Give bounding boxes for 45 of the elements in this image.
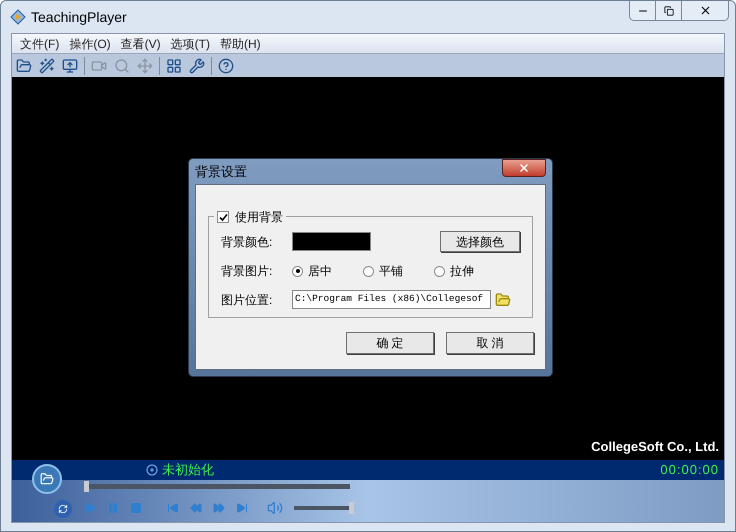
folder-open-icon[interactable] (15, 56, 33, 74)
folder-icon (40, 472, 54, 486)
close-button[interactable] (502, 159, 546, 177)
path-label: 图片位置: (221, 292, 274, 308)
menu-item[interactable]: 选项(T) (166, 34, 214, 52)
close-icon (518, 162, 530, 174)
radio-label: 居中 (308, 263, 332, 280)
radio-button[interactable] (363, 266, 374, 276)
radio-label: 拉伸 (450, 263, 474, 280)
radio-button[interactable] (292, 266, 303, 276)
help-icon[interactable] (217, 56, 235, 74)
checkbox-label: 使用背景 (235, 209, 283, 226)
maximize-icon (664, 6, 674, 16)
window-title: TeachingPlayer (31, 8, 127, 27)
refresh-icon (58, 504, 68, 514)
choose-color-button[interactable]: 选择颜色 (440, 231, 520, 252)
progress-thumb[interactable] (84, 481, 89, 492)
menu-item[interactable]: 文件(F) (16, 34, 64, 52)
menu-item[interactable]: 帮助(H) (216, 34, 265, 52)
time-display: 00:00:00 (660, 461, 719, 480)
playlist-button[interactable] (54, 500, 72, 518)
radio-button[interactable] (434, 266, 445, 276)
menu-item[interactable]: 操作(O) (65, 34, 115, 52)
wand-icon[interactable] (38, 56, 56, 74)
dialog-title: 背景设置 (195, 162, 247, 181)
logo-button[interactable] (32, 464, 62, 494)
app-logo-icon (10, 9, 26, 25)
status-icon (146, 464, 158, 476)
path-field[interactable]: C:\Program Files (x86)\Collegesof (292, 290, 491, 309)
checkbox[interactable] (217, 211, 229, 223)
volume-thumb[interactable] (349, 502, 354, 514)
browse-folder-icon[interactable] (495, 292, 511, 308)
color-label: 背景颜色: (221, 234, 274, 250)
ok-button[interactable]: 确 定 (346, 332, 434, 354)
cancel-button[interactable]: 取 消 (446, 332, 534, 354)
grid-icon[interactable] (165, 56, 183, 74)
monitor-icon[interactable] (61, 56, 79, 74)
volume-icon[interactable] (267, 500, 283, 516)
image-label: 背景图片: (221, 263, 274, 280)
status-text: 未初始化 (162, 461, 214, 480)
menu-item[interactable]: 查看(V) (116, 34, 165, 52)
radio-label: 平铺 (379, 263, 403, 280)
wrench-icon[interactable] (188, 56, 206, 74)
brand-text: CollegeSoft Co., Ltd. (591, 438, 719, 456)
close-icon (698, 4, 712, 17)
